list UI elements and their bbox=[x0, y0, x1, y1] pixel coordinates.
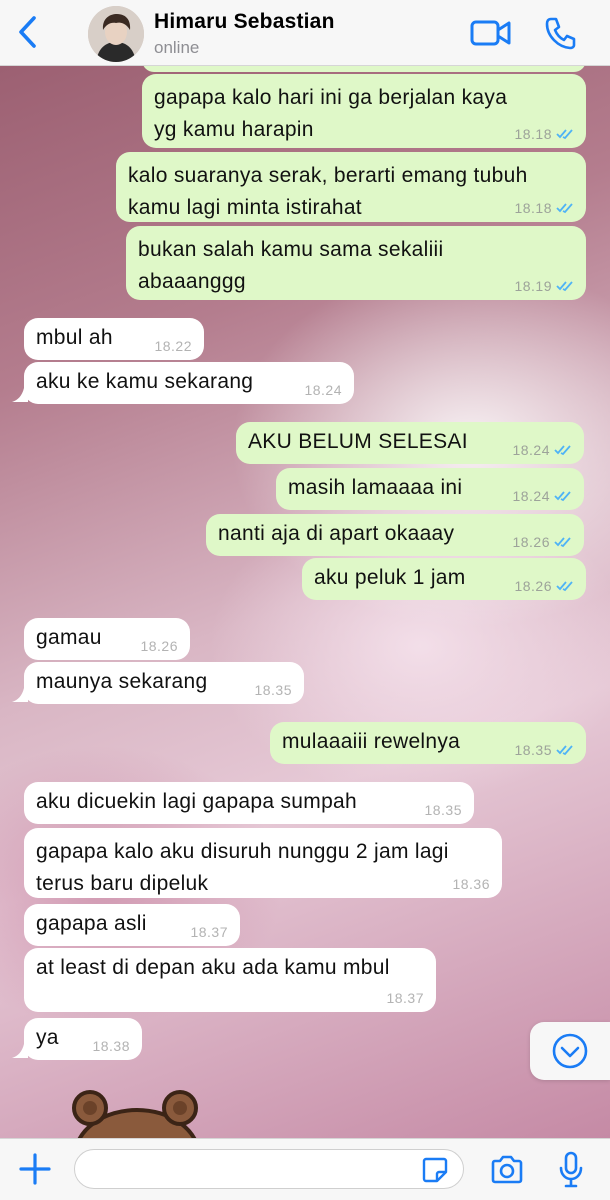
message-text: gapapa kalo hari ini ga berjalan kaya yg… bbox=[154, 86, 508, 141]
voice-call-button[interactable] bbox=[544, 16, 576, 50]
back-button[interactable] bbox=[14, 14, 44, 50]
message-meta: 18.26 bbox=[514, 578, 574, 594]
contact-status: online bbox=[154, 38, 200, 57]
microphone-icon bbox=[559, 1151, 583, 1188]
chat-area[interactable]: gapapa kalo hari ini ga berjalan kaya yg… bbox=[0, 66, 610, 1138]
plus-icon bbox=[19, 1153, 51, 1185]
contact-name[interactable]: Himaru Sebastian bbox=[154, 10, 335, 34]
message-bubble-outgoing[interactable]: aku peluk 1 jam 18.26 bbox=[302, 558, 586, 600]
microphone-button[interactable] bbox=[558, 1151, 584, 1189]
scroll-to-bottom-button[interactable] bbox=[530, 1022, 610, 1080]
message-time: 18.35 bbox=[424, 802, 462, 818]
message-time: 18.36 bbox=[452, 876, 490, 892]
message-text: nanti aja di apart okaaay bbox=[218, 522, 455, 545]
message-meta: 18.18 bbox=[514, 126, 574, 142]
message-bubble-incoming[interactable]: gapapa kalo aku disuruh nunggu 2 jam lag… bbox=[24, 828, 502, 898]
message-time: 18.24 bbox=[512, 442, 550, 458]
message-text: maunya sekarang bbox=[36, 670, 208, 693]
read-ticks-icon bbox=[556, 581, 573, 592]
message-text: ya bbox=[36, 1026, 59, 1049]
message-bubble-incoming[interactable]: gamau 18.26 bbox=[24, 618, 190, 660]
message-time: 18.26 bbox=[512, 534, 550, 550]
message-time: 18.38 bbox=[92, 1038, 130, 1054]
message-time: 18.18 bbox=[514, 126, 552, 142]
message-bubble-outgoing[interactable]: gapapa kalo hari ini ga berjalan kaya yg… bbox=[142, 74, 586, 148]
message-text: AKU BELUM SELESAI bbox=[248, 430, 468, 453]
read-ticks-icon bbox=[554, 491, 571, 502]
message-bubble-outgoing[interactable]: masih lamaaaa ini 18.24 bbox=[276, 468, 584, 510]
message-time: 18.26 bbox=[140, 638, 178, 654]
message-bubble-incoming[interactable]: aku dicuekin lagi gapapa sumpah 18.35 bbox=[24, 782, 474, 824]
message-bubble-incoming[interactable]: aku ke kamu sekarang 18.24 bbox=[24, 362, 354, 404]
message-text: aku peluk 1 jam bbox=[314, 566, 466, 589]
video-call-button[interactable] bbox=[470, 18, 512, 48]
video-camera-icon bbox=[470, 20, 511, 46]
message-text: mbul ah bbox=[36, 326, 113, 349]
sticker-icon bbox=[422, 1157, 448, 1183]
message-bubble-incoming[interactable]: maunya sekarang 18.35 bbox=[24, 662, 304, 704]
bubble-tail bbox=[12, 388, 28, 402]
message-bubble-outgoing[interactable]: kalo suaranya serak, berarti emang tubuh… bbox=[116, 152, 586, 222]
message-time: 18.35 bbox=[514, 742, 552, 758]
read-ticks-icon bbox=[556, 203, 573, 214]
message-bubble-incoming[interactable]: mbul ah 18.22 bbox=[24, 318, 204, 360]
chevron-left-icon bbox=[19, 16, 36, 48]
message-time: 18.24 bbox=[512, 488, 550, 504]
chevron-down-circle-icon bbox=[552, 1033, 588, 1069]
message-time: 18.24 bbox=[304, 382, 342, 398]
message-bubble-outgoing[interactable]: bukan salah kamu sama sekaliii abaaanggg… bbox=[126, 226, 586, 300]
read-ticks-icon bbox=[556, 745, 573, 756]
message-text: at least di depan aku ada kamu mbul bbox=[36, 956, 390, 979]
message-text: gapapa asli bbox=[36, 912, 147, 935]
message-time: 18.35 bbox=[254, 682, 292, 698]
message-bubble-incoming[interactable]: ya 18.38 bbox=[24, 1018, 142, 1060]
message-meta: 18.26 bbox=[512, 534, 572, 550]
read-ticks-icon bbox=[554, 537, 571, 548]
message-time: 18.37 bbox=[190, 924, 228, 940]
bubble-tail bbox=[12, 688, 28, 702]
previous-message-edge bbox=[142, 66, 586, 72]
message-bubble-incoming[interactable]: gapapa asli 18.37 bbox=[24, 904, 240, 946]
message-bubble-outgoing[interactable]: AKU BELUM SELESAI 18.24 bbox=[236, 422, 584, 464]
message-text: masih lamaaaa ini bbox=[288, 476, 463, 499]
message-text: aku ke kamu sekarang bbox=[36, 370, 254, 393]
bear-sticker-icon[interactable] bbox=[62, 1086, 212, 1138]
message-text: gapapa kalo aku disuruh nunggu 2 jam lag… bbox=[36, 840, 449, 895]
message-bubble-outgoing[interactable]: mulaaaiii rewelnya 18.35 bbox=[270, 722, 586, 764]
message-meta: 18.24 bbox=[512, 488, 572, 504]
chat-header: Himaru Sebastian online bbox=[0, 0, 610, 66]
camera-icon bbox=[491, 1155, 523, 1184]
message-meta: 18.35 bbox=[514, 742, 574, 758]
bubble-tail bbox=[12, 1044, 28, 1058]
message-text: aku dicuekin lagi gapapa sumpah bbox=[36, 790, 358, 813]
contact-avatar[interactable] bbox=[88, 6, 144, 62]
message-time: 18.19 bbox=[514, 278, 552, 294]
message-text: mulaaaiii rewelnya bbox=[282, 730, 461, 753]
read-ticks-icon bbox=[554, 445, 571, 456]
message-meta: 18.24 bbox=[512, 442, 572, 458]
message-time: 18.18 bbox=[514, 200, 552, 216]
read-ticks-icon bbox=[556, 129, 573, 140]
camera-button[interactable] bbox=[490, 1155, 524, 1185]
message-text: bukan salah kamu sama sekaliii abaaanggg bbox=[138, 238, 444, 293]
message-text: gamau bbox=[36, 626, 102, 649]
message-time: 18.37 bbox=[386, 990, 424, 1006]
message-bubble-incoming[interactable]: at least di depan aku ada kamu mbul 18.3… bbox=[24, 948, 436, 1012]
attach-button[interactable] bbox=[18, 1152, 52, 1186]
message-meta: 18.19 bbox=[514, 278, 574, 294]
message-time: 18.22 bbox=[154, 338, 192, 354]
phone-icon bbox=[545, 17, 576, 50]
message-input[interactable] bbox=[74, 1149, 464, 1189]
avatar-photo bbox=[88, 6, 144, 62]
message-meta: 18.18 bbox=[514, 200, 574, 216]
read-ticks-icon bbox=[556, 281, 573, 292]
message-time: 18.26 bbox=[514, 578, 552, 594]
message-text: kalo suaranya serak, berarti emang tubuh… bbox=[128, 164, 528, 219]
sticker-button[interactable] bbox=[422, 1157, 448, 1183]
message-input-bar bbox=[0, 1138, 610, 1200]
message-bubble-outgoing[interactable]: nanti aja di apart okaaay 18.26 bbox=[206, 514, 584, 556]
